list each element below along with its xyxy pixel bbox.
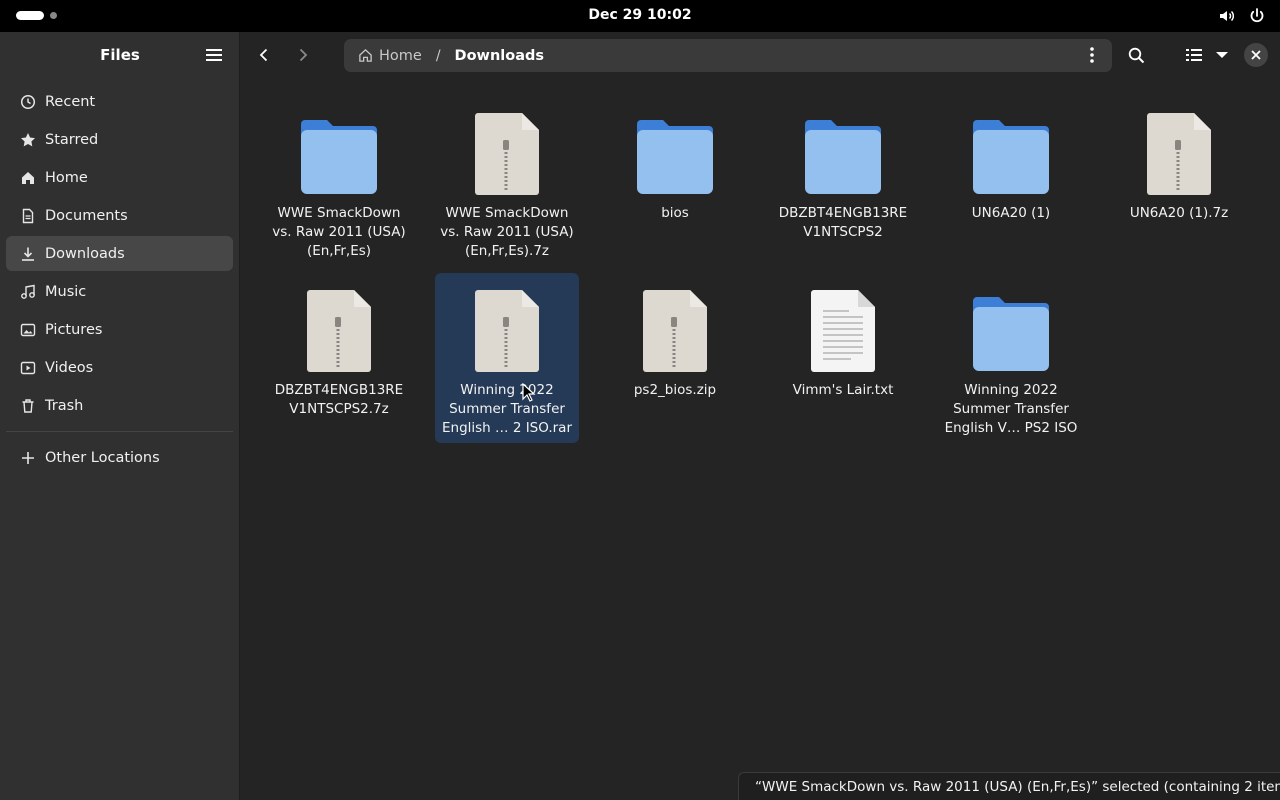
file-item-folder[interactable]: DBZBT4ENGB13RE V1NTSCPS2 <box>771 106 915 276</box>
chevron-down-icon <box>1216 52 1228 58</box>
file-item-archive[interactable]: ps2_bios.zip <box>603 283 747 453</box>
breadcrumb-current[interactable]: Downloads <box>455 48 544 64</box>
sidebar: Files Recent Starred Home Documents Down… <box>0 32 240 800</box>
folder-icon <box>939 108 1083 198</box>
sidebar-places: Recent Starred Home Documents Downloads … <box>0 84 239 423</box>
file-name: Winning 2022 Summer Transfer English … 2… <box>441 382 572 436</box>
system-tray[interactable] <box>1218 7 1266 25</box>
search-icon <box>1128 47 1144 63</box>
archive-icon <box>435 285 579 375</box>
sidebar-item-documents[interactable]: Documents <box>6 198 233 233</box>
main-menu-button[interactable] <box>201 42 227 68</box>
clock-icon <box>20 94 36 110</box>
hamburger-icon <box>206 49 222 61</box>
sidebar-item-recent[interactable]: Recent <box>6 84 233 119</box>
folder-icon <box>939 285 1083 375</box>
file-name: DBZBT4ENGB13RE V1NTSCPS2 <box>778 205 908 240</box>
folder-icon <box>603 108 747 198</box>
files-window: Files Recent Starred Home Documents Down… <box>0 32 1280 800</box>
sidebar-item-label: Downloads <box>45 245 125 262</box>
sidebar-item-label: Home <box>45 169 88 186</box>
header-bar: Home / Downloads <box>240 32 1280 78</box>
sidebar-item-starred[interactable]: Starred <box>6 122 233 157</box>
path-menu-button[interactable] <box>1080 43 1104 67</box>
trash-icon <box>20 398 36 414</box>
sidebar-item-videos[interactable]: Videos <box>6 350 233 385</box>
list-view-icon <box>1186 49 1202 61</box>
file-item-archive[interactable]: DBZBT4ENGB13RE V1NTSCPS2.7z <box>267 283 411 453</box>
back-button[interactable] <box>249 40 279 70</box>
file-grid: WWE SmackDown vs. Raw 2011 (USA) (En,Fr,… <box>240 78 1280 800</box>
sidebar-item-label: Music <box>45 283 87 300</box>
file-item-folder[interactable]: Winning 2022 Summer Transfer English V… … <box>939 283 1083 453</box>
chevron-left-icon <box>259 48 268 62</box>
kebab-menu-icon <box>1090 47 1094 63</box>
sidebar-separator <box>6 431 233 432</box>
file-name: Vimm's Lair.txt <box>792 382 894 398</box>
sidebar-item-home[interactable]: Home <box>6 160 233 195</box>
sidebar-item-label: Pictures <box>45 321 103 338</box>
file-name: WWE SmackDown vs. Raw 2011 (USA) (En,Fr,… <box>440 205 574 259</box>
file-item-archive-selected[interactable]: Winning 2022 Summer Transfer English … 2… <box>435 273 579 443</box>
music-icon <box>20 284 36 300</box>
file-name: Winning 2022 Summer Transfer English V… … <box>944 382 1078 436</box>
file-name: UN6A20 (1) <box>971 205 1051 221</box>
sidebar-header: Files <box>0 32 239 78</box>
file-item-folder[interactable]: WWE SmackDown vs. Raw 2011 (USA) (En,Fr,… <box>267 106 411 276</box>
file-item-text[interactable]: Vimm's Lair.txt <box>771 283 915 453</box>
close-icon <box>1251 50 1261 60</box>
text-file-icon <box>771 285 915 375</box>
download-icon <box>20 246 36 262</box>
file-name: DBZBT4ENGB13RE V1NTSCPS2.7z <box>274 382 404 417</box>
mouse-cursor-icon <box>522 383 536 402</box>
sidebar-item-downloads[interactable]: Downloads <box>6 236 233 271</box>
star-icon <box>20 132 36 148</box>
sidebar-item-label: Other Locations <box>45 449 160 466</box>
top-bar: Dec 29 10:02 <box>0 0 1280 32</box>
view-list-button[interactable] <box>1179 40 1209 70</box>
forward-button[interactable] <box>288 40 318 70</box>
sidebar-item-label: Starred <box>45 131 99 148</box>
sidebar-item-other-locations[interactable]: Other Locations <box>6 440 233 475</box>
file-name: WWE SmackDown vs. Raw 2011 (USA) (En,Fr,… <box>272 205 406 259</box>
search-button[interactable] <box>1121 40 1151 70</box>
picture-icon <box>20 322 36 338</box>
folder-icon <box>267 108 411 198</box>
archive-icon <box>267 285 411 375</box>
archive-icon <box>603 285 747 375</box>
sidebar-item-pictures[interactable]: Pictures <box>6 312 233 347</box>
archive-icon <box>435 108 579 198</box>
breadcrumb-home-label: Home <box>379 47 422 64</box>
view-options-button[interactable] <box>1207 40 1237 70</box>
chevron-right-icon <box>299 48 308 62</box>
breadcrumb-separator: / <box>435 47 441 64</box>
file-name: bios <box>661 205 689 221</box>
home-icon <box>359 48 372 62</box>
video-icon <box>20 360 36 376</box>
sidebar-item-label: Videos <box>45 359 94 376</box>
document-icon <box>20 208 36 224</box>
file-item-archive[interactable]: WWE SmackDown vs. Raw 2011 (USA) (En,Fr,… <box>435 106 579 276</box>
close-window-button[interactable] <box>1244 43 1268 67</box>
volume-icon[interactable] <box>1218 7 1236 25</box>
file-item-archive[interactable]: UN6A20 (1).7z <box>1107 106 1251 276</box>
sidebar-item-label: Recent <box>45 93 96 110</box>
archive-icon <box>1107 108 1251 198</box>
sidebar-item-label: Trash <box>45 397 84 414</box>
power-icon[interactable] <box>1248 7 1266 25</box>
file-item-folder[interactable]: UN6A20 (1) <box>939 106 1083 276</box>
clock[interactable]: Dec 29 10:02 <box>0 7 1280 23</box>
home-icon <box>20 170 36 186</box>
sidebar-item-label: Documents <box>45 207 128 224</box>
file-name: UN6A20 (1).7z <box>1129 205 1229 221</box>
file-item-folder[interactable]: bios <box>603 106 747 276</box>
plus-icon <box>20 450 36 466</box>
sidebar-item-trash[interactable]: Trash <box>6 388 233 423</box>
breadcrumb-home[interactable]: Home <box>358 48 422 64</box>
folder-icon <box>771 108 915 198</box>
sidebar-item-music[interactable]: Music <box>6 274 233 309</box>
file-name: ps2_bios.zip <box>633 382 717 398</box>
path-bar[interactable]: Home / Downloads <box>344 39 1112 72</box>
status-overlay: “WWE SmackDown vs. Raw 2011 (USA) (En,Fr… <box>738 772 1280 800</box>
